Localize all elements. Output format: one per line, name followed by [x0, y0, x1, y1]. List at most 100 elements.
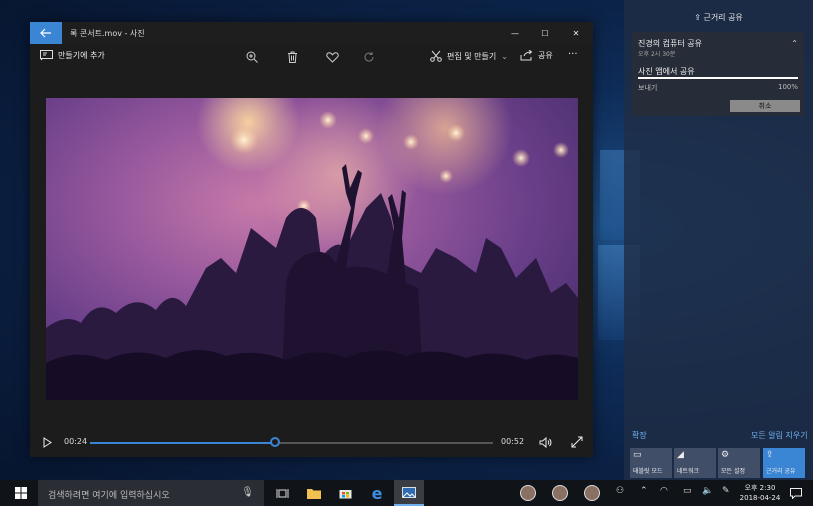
edit-create-button[interactable]: 편집 및 만들기 ⌄ — [430, 50, 508, 62]
playback-controls: 00:24 00:52 — [30, 427, 593, 457]
contact-avatar[interactable] — [584, 485, 600, 501]
store-bag-icon — [339, 490, 351, 499]
chevron-up-icon[interactable]: ⌃ — [791, 39, 798, 48]
nearby-share-icon: ⇪ — [766, 450, 774, 460]
zoom-in-button[interactable] — [244, 49, 260, 65]
tile-label: 모든 설정 — [721, 468, 745, 475]
title-bar: 록 콘서트.mov - 사진 — ☐ ✕ — [30, 22, 593, 44]
trash-icon — [287, 51, 297, 63]
tile-all-settings[interactable]: ⚙ 모든 설정 — [718, 448, 760, 478]
rotate-icon — [364, 52, 374, 62]
edit-create-label: 편집 및 만들기 — [447, 51, 497, 61]
tile-label: 태블릿 모드 — [633, 468, 663, 475]
tablet-icon: ▭ — [633, 450, 642, 460]
share-notification[interactable]: 진경의 컴퓨터 공유 오후 2시 30분 ⌃ 사진 앱에서 공유 보내기 100… — [632, 32, 804, 116]
notification-title: 진경의 컴퓨터 공유 — [638, 39, 702, 48]
battery-icon[interactable]: ▭ — [683, 486, 692, 496]
back-button[interactable] — [30, 22, 62, 44]
send-label: 보내기 — [638, 84, 658, 92]
volume-icon — [539, 436, 551, 448]
close-button[interactable]: ✕ — [561, 22, 591, 44]
wifi-icon[interactable]: ◠ — [660, 486, 668, 496]
heart-icon — [325, 51, 339, 63]
share-button[interactable]: 공유 — [520, 50, 553, 61]
play-button[interactable] — [38, 427, 56, 457]
edit-scissors-icon — [430, 50, 442, 62]
settings-icon: ⚙ — [721, 450, 730, 460]
transfer-percent: 100% — [777, 83, 798, 91]
minimize-button[interactable]: — — [500, 22, 530, 44]
photos-app-button[interactable] — [394, 480, 424, 506]
zoom-in-icon — [246, 51, 258, 63]
pen-workspace-icon[interactable]: ✎ — [722, 486, 730, 496]
edge-icon: e — [371, 483, 383, 503]
tile-label: 네트워크 — [677, 468, 700, 475]
add-to-creation-label: 만들기에 추가 — [58, 51, 105, 60]
start-button[interactable] — [8, 480, 34, 506]
fullscreen-button[interactable] — [567, 427, 587, 457]
folder-icon — [307, 488, 321, 499]
network-icon: ◢ — [677, 450, 684, 460]
microphone-icon[interactable]: 🎙 — [241, 487, 254, 498]
notification-status: 사진 앱에서 공유 — [638, 67, 695, 76]
share-label: 공유 — [538, 51, 553, 60]
search-placeholder: 검색하려면 여기에 입력하십시오 — [48, 491, 170, 501]
maximize-icon: ☐ — [541, 28, 549, 38]
store-button[interactable] — [333, 480, 357, 506]
system-clock[interactable]: 오후 2:30 2018-04-24 — [738, 483, 782, 503]
expand-link[interactable]: 확장 — [632, 430, 647, 441]
task-view-button[interactable] — [270, 480, 294, 506]
contact-avatar[interactable] — [552, 485, 568, 501]
contact-avatar[interactable] — [520, 485, 536, 501]
tile-network[interactable]: ◢ 네트워크 — [674, 448, 716, 478]
toolbar: 만들기에 추가 편집 및 만들기 ⌄ 공유 ··· — [30, 44, 593, 72]
close-icon: ✕ — [572, 28, 580, 38]
window-title: 록 콘서트.mov - 사진 — [70, 29, 145, 38]
share-icon — [520, 50, 533, 61]
seek-bar[interactable] — [90, 437, 493, 447]
volume-icon[interactable]: 🔈 — [702, 486, 713, 496]
photos-window: 록 콘서트.mov - 사진 — ☐ ✕ 만들기에 추가 편집 및 만들기 ⌄ … — [30, 22, 593, 457]
seek-bar-progress — [90, 442, 276, 444]
people-icon[interactable]: ⚇ — [616, 486, 624, 496]
video-frame[interactable] — [46, 98, 578, 400]
play-icon — [43, 436, 52, 448]
edge-browser-button[interactable]: e — [365, 480, 389, 506]
more-icon: ··· — [568, 49, 578, 60]
add-to-creation-icon — [40, 50, 53, 61]
transfer-progress-fill — [638, 77, 798, 79]
rotate-button[interactable] — [361, 49, 377, 65]
task-view-icon — [276, 488, 288, 498]
clear-all-notifications-link[interactable]: 모든 알림 지우기 — [751, 430, 808, 441]
transfer-progress-bar — [638, 77, 798, 79]
favorite-button[interactable] — [324, 49, 340, 65]
minimize-icon: — — [511, 28, 519, 38]
notification-time: 오후 2시 30분 — [638, 51, 676, 58]
taskbar: 검색하려면 여기에 입력하십시오 🎙 e ⚇ ⌃ ◠ ▭ 🔈 ✎ 오후 2:30… — [0, 480, 813, 506]
current-time: 00:24 — [64, 437, 88, 446]
add-to-creation-button[interactable]: 만들기에 추가 — [40, 50, 105, 61]
fullscreen-icon — [571, 436, 583, 448]
volume-button[interactable] — [535, 427, 555, 457]
nearby-share-header: ⇪ 근거리 공유 — [624, 12, 813, 23]
tile-tablet-mode[interactable]: ▭ 태블릿 모드 — [630, 448, 672, 478]
delete-button[interactable] — [284, 49, 300, 65]
chevron-up-icon[interactable]: ⌃ — [640, 486, 648, 496]
file-explorer-button[interactable] — [302, 480, 326, 506]
action-center: ⇪ 근거리 공유 진경의 컴퓨터 공유 오후 2시 30분 ⌃ 사진 앱에서 공… — [624, 0, 813, 480]
tile-nearby-share[interactable]: ⇪ 근거리 공유 — [763, 448, 805, 478]
maximize-button[interactable]: ☐ — [530, 22, 560, 44]
back-arrow-icon — [40, 28, 51, 38]
cancel-button[interactable]: 취소 — [730, 100, 800, 112]
seek-bar-thumb[interactable] — [270, 437, 281, 447]
notification-icon — [790, 487, 802, 499]
taskbar-search-box[interactable]: 검색하려면 여기에 입력하십시오 🎙 — [38, 480, 264, 506]
photos-icon — [402, 486, 416, 498]
clock-time: 오후 2:30 — [744, 484, 776, 492]
more-button[interactable]: ··· — [568, 49, 578, 60]
windows-logo-icon — [15, 487, 27, 499]
clock-date: 2018-04-24 — [739, 494, 781, 502]
tile-label: 근거리 공유 — [766, 468, 796, 475]
notifications-button[interactable] — [786, 480, 806, 506]
chevron-down-icon: ⌄ — [501, 51, 508, 61]
